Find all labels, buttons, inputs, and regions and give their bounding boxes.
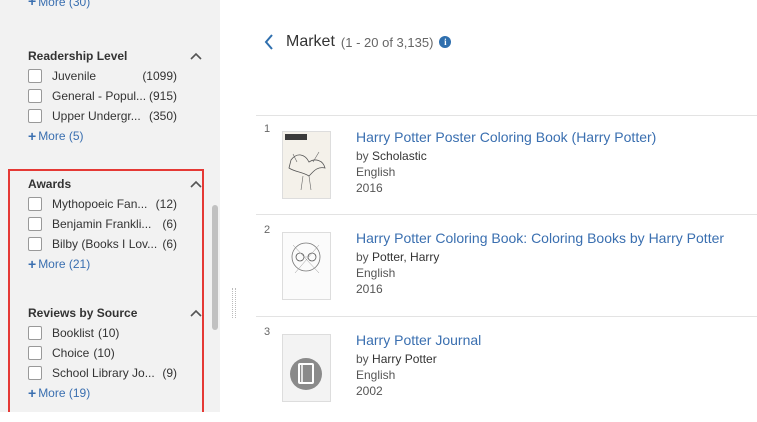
facet-title[interactable]: Reviews by Source <box>28 303 203 323</box>
result-language: English <box>356 368 396 382</box>
plus-icon: + <box>28 128 37 144</box>
facet-reviews-by-source: Reviews by Source Booklist (10) Choice (… <box>28 303 203 403</box>
coloring-cover-image <box>283 233 330 299</box>
book-cover-thumbnail[interactable] <box>282 131 331 199</box>
result-author: by Potter, Harry <box>356 250 440 264</box>
facet-option[interactable]: Benjamin Frankli... (6) <box>28 214 203 234</box>
result-info: Harry Potter Poster Coloring Book (Harry… <box>356 129 656 196</box>
checkbox[interactable] <box>28 346 42 360</box>
result-title-link[interactable]: Harry Potter Journal <box>356 332 481 348</box>
checkbox[interactable] <box>28 217 42 231</box>
checkbox[interactable] <box>28 366 42 380</box>
result-author: by Scholastic <box>356 149 427 163</box>
facet-option[interactable]: Mythopoeic Fan... (12) <box>28 194 203 214</box>
results-panel: Market (1 - 20 of 3,135) i 1 Harry Potte… <box>240 0 757 412</box>
more-link-previous[interactable]: + More (30) <box>28 0 90 9</box>
checkbox[interactable] <box>28 89 42 103</box>
result-author: by Harry Potter <box>356 352 437 366</box>
chevron-left-icon[interactable] <box>262 33 276 51</box>
facet-awards: Awards Mythopoeic Fan... (12) Benjamin F… <box>28 174 203 274</box>
chevron-up-icon[interactable] <box>189 303 203 323</box>
facet-option[interactable]: Bilby (Books I Lov... (6) <box>28 234 203 254</box>
result-item: 2 Harry Potter Coloring Book: Coloring B… <box>256 222 757 320</box>
plus-icon: + <box>28 0 37 9</box>
plus-icon: + <box>28 385 37 401</box>
result-year: 2016 <box>356 282 383 296</box>
checkbox[interactable] <box>28 326 42 340</box>
facet-title[interactable]: Awards <box>28 174 203 194</box>
result-info: Harry Potter Journal by Harry Potter Eng… <box>356 332 481 399</box>
result-title-link[interactable]: Harry Potter Poster Coloring Book (Harry… <box>356 129 656 145</box>
facet-option[interactable]: Juvenile (1099) <box>28 66 203 86</box>
more-link[interactable]: + More (5) <box>28 126 203 146</box>
owl-cover-image <box>283 132 330 198</box>
facet-option[interactable]: General - Popul... (915) <box>28 86 203 106</box>
facet-sidebar: + More (30) Readership Level Juvenile (10… <box>0 0 220 412</box>
sidebar-scrollbar[interactable] <box>212 205 218 330</box>
result-language: English <box>356 266 396 280</box>
more-link[interactable]: + More (19) <box>28 383 203 403</box>
book-placeholder-icon <box>283 335 330 401</box>
divider <box>256 316 757 317</box>
result-number: 1 <box>264 123 271 135</box>
page-title: Market <box>286 33 335 50</box>
author-link[interactable]: Harry Potter <box>372 352 437 366</box>
results-count: (1 - 20 of 3,135) <box>340 34 434 50</box>
plus-icon: + <box>28 256 37 272</box>
result-year: 2016 <box>356 181 383 195</box>
result-number: 2 <box>264 224 271 236</box>
facet-option[interactable]: School Library Jo... (9) <box>28 363 203 383</box>
result-item: 1 Harry Potter Poster Coloring Book (Har… <box>256 121 757 219</box>
facet-option[interactable]: Choice (10) <box>28 343 203 363</box>
divider <box>256 214 757 215</box>
facet-title[interactable]: Readership Level <box>28 46 203 66</box>
result-year: 2002 <box>356 384 383 398</box>
checkbox[interactable] <box>28 109 42 123</box>
author-link[interactable]: Potter, Harry <box>372 250 439 264</box>
checkbox[interactable] <box>28 237 42 251</box>
resize-handle[interactable] <box>232 288 236 318</box>
facet-option[interactable]: Upper Undergr... (350) <box>28 106 203 126</box>
info-icon[interactable]: i <box>439 36 452 48</box>
result-info: Harry Potter Coloring Book: Coloring Boo… <box>356 230 724 297</box>
result-number: 3 <box>264 326 271 338</box>
result-title-link[interactable]: Harry Potter Coloring Book: Coloring Boo… <box>356 230 724 246</box>
more-link[interactable]: + More (21) <box>28 254 203 274</box>
results-header: Market (1 - 20 of 3,135) i <box>262 33 452 51</box>
book-cover-thumbnail[interactable] <box>282 334 331 402</box>
book-cover-thumbnail[interactable] <box>282 232 331 300</box>
chevron-up-icon[interactable] <box>189 174 203 194</box>
result-language: English <box>356 165 396 179</box>
checkbox[interactable] <box>28 197 42 211</box>
divider <box>256 115 757 116</box>
facet-readership-level: Readership Level Juvenile (1099) General… <box>28 46 203 146</box>
chevron-up-icon[interactable] <box>189 46 203 66</box>
checkbox[interactable] <box>28 69 42 83</box>
author-link[interactable]: Scholastic <box>372 149 427 163</box>
facet-option[interactable]: Booklist (10) <box>28 323 203 343</box>
result-item: 3 Harry Potter Journal by Harry Potter E… <box>256 324 757 422</box>
